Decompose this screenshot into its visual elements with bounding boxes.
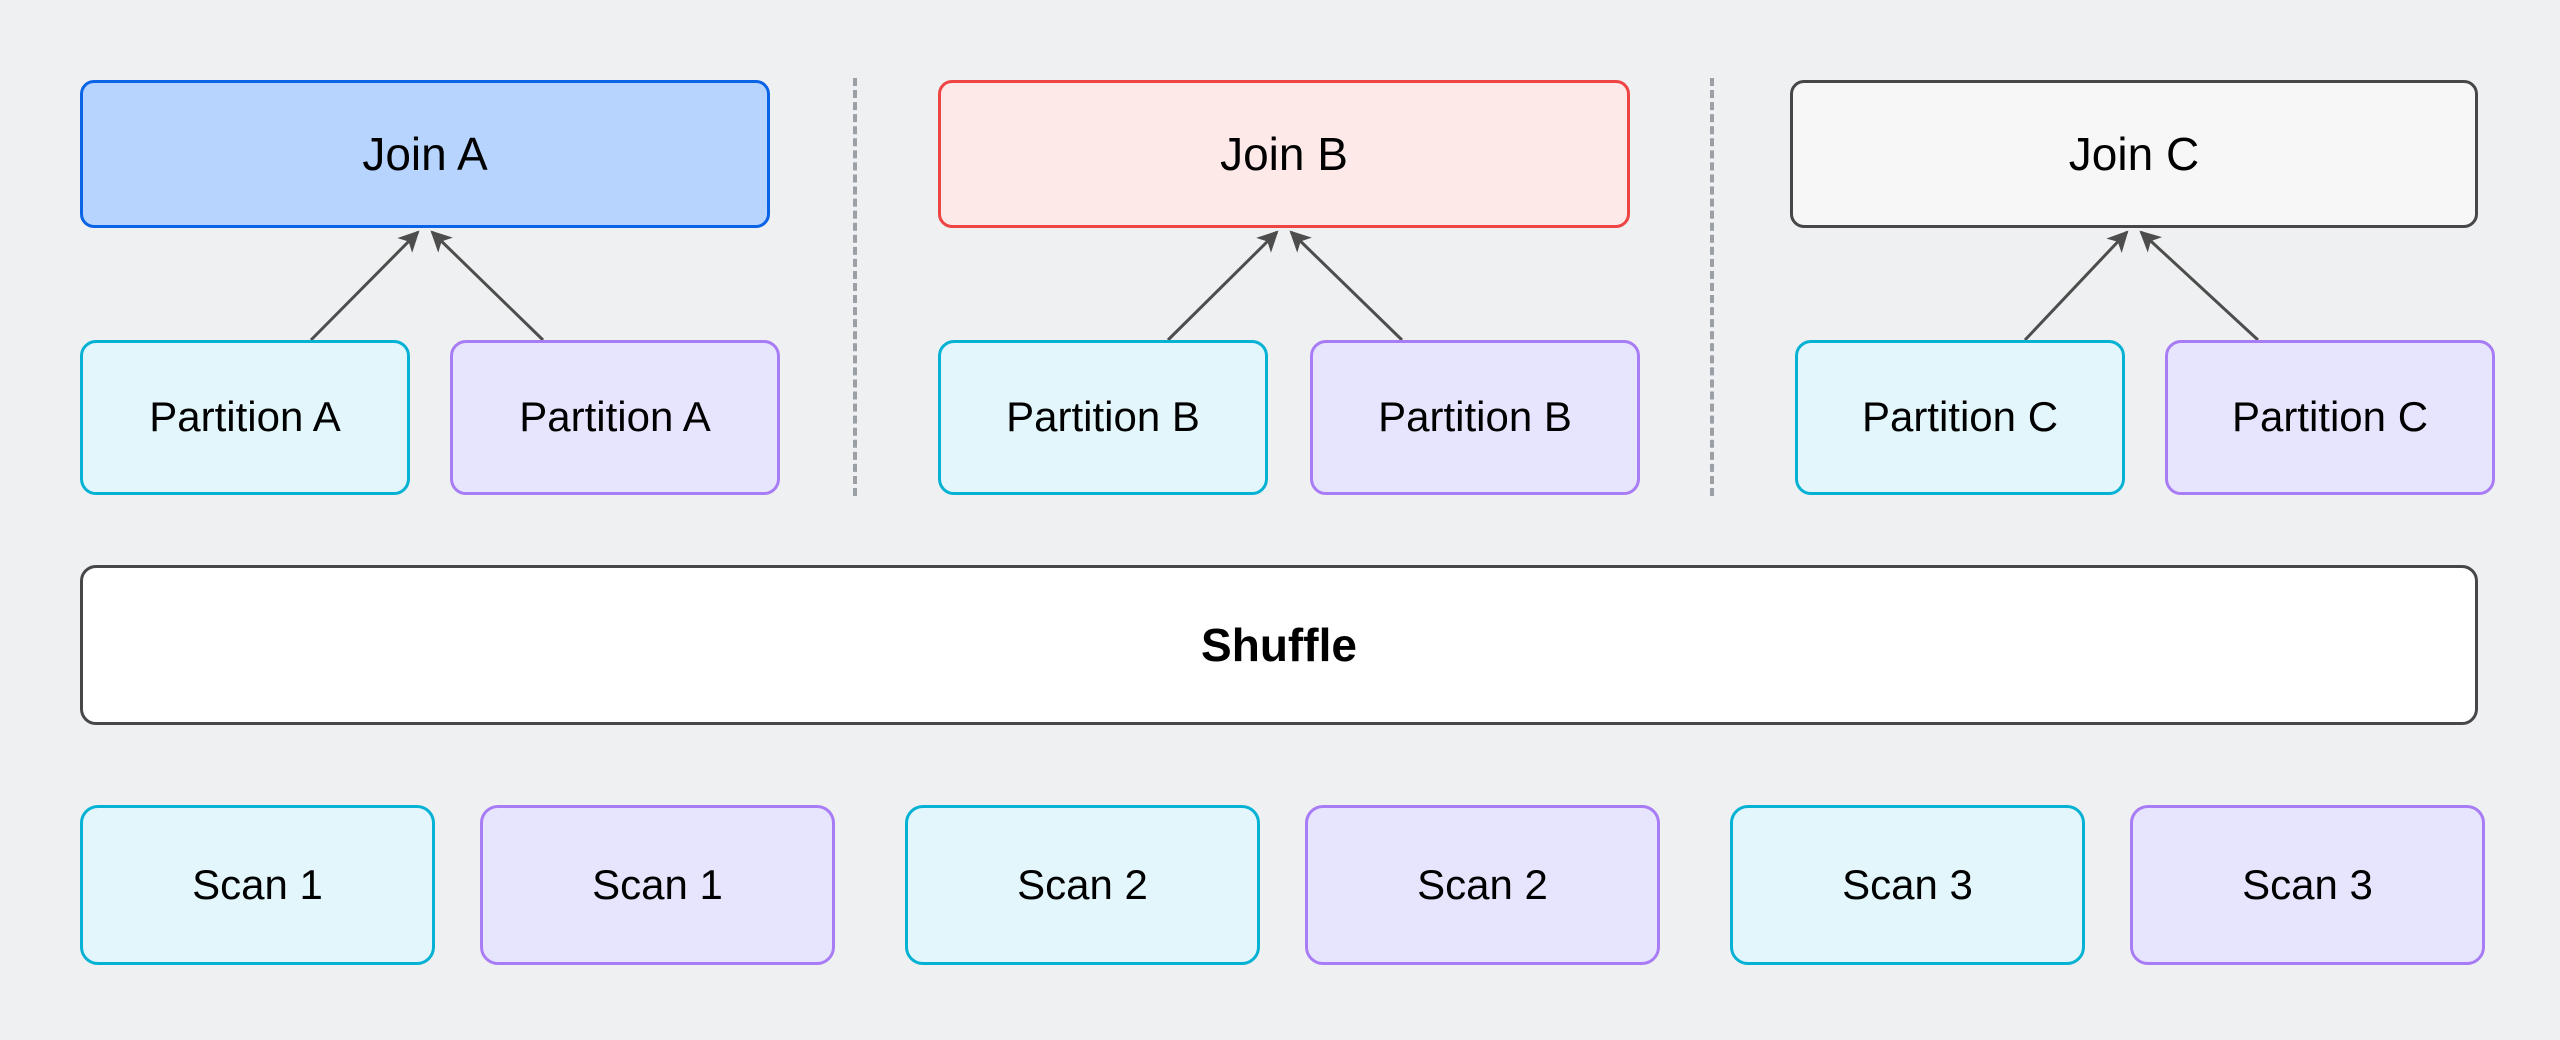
join-node-b[interactable]: Join B <box>938 80 1630 228</box>
scan-label: Scan 1 <box>192 862 323 908</box>
edge-arrow <box>1168 232 1277 340</box>
scan-label: Scan 3 <box>2242 862 2373 908</box>
join-node-a[interactable]: Join A <box>80 80 770 228</box>
shuffle-label: Shuffle <box>1201 620 1357 671</box>
scan-label: Scan 1 <box>592 862 723 908</box>
partition-node[interactable]: Partition A <box>450 340 780 495</box>
scan-label: Scan 2 <box>1017 862 1148 908</box>
edge-arrow <box>311 232 418 340</box>
group-divider-2 <box>1710 78 1714 496</box>
join-label: Join B <box>1220 129 1348 180</box>
scan-label: Scan 3 <box>1842 862 1973 908</box>
scan-node[interactable]: Scan 2 <box>905 805 1260 965</box>
scan-node[interactable]: Scan 3 <box>1730 805 2085 965</box>
shuffle-node[interactable]: Shuffle <box>80 565 2478 725</box>
edge-arrow <box>2141 232 2258 340</box>
edge-arrow <box>1291 232 1402 340</box>
partition-node[interactable]: Partition B <box>1310 340 1640 495</box>
group-divider-1 <box>853 78 857 496</box>
partition-node[interactable]: Partition A <box>80 340 410 495</box>
join-label: Join A <box>362 129 487 180</box>
partition-label: Partition A <box>149 394 340 440</box>
scan-node[interactable]: Scan 1 <box>480 805 835 965</box>
edge-arrow <box>2025 232 2127 340</box>
scan-node[interactable]: Scan 1 <box>80 805 435 965</box>
partition-label: Partition B <box>1006 394 1200 440</box>
join-label: Join C <box>2069 129 2199 180</box>
edge-arrow <box>432 232 543 340</box>
scan-node[interactable]: Scan 2 <box>1305 805 1660 965</box>
scan-node[interactable]: Scan 3 <box>2130 805 2485 965</box>
scan-label: Scan 2 <box>1417 862 1548 908</box>
join-node-c[interactable]: Join C <box>1790 80 2478 228</box>
partition-label: Partition C <box>2232 394 2428 440</box>
partition-node[interactable]: Partition C <box>1795 340 2125 495</box>
partition-node[interactable]: Partition C <box>2165 340 2495 495</box>
partition-node[interactable]: Partition B <box>938 340 1268 495</box>
diagram-canvas: Join A Join B Join C Partition A Partiti… <box>0 0 2560 1040</box>
partition-label: Partition C <box>1862 394 2058 440</box>
partition-label: Partition A <box>519 394 710 440</box>
partition-label: Partition B <box>1378 394 1572 440</box>
